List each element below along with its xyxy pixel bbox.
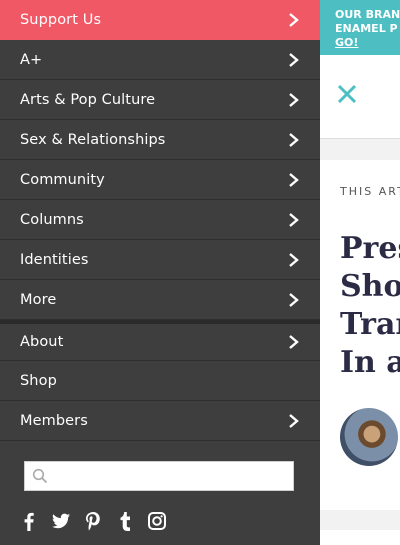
menu-item-label: More bbox=[20, 291, 57, 308]
menu-item-label: Sex & Relationships bbox=[20, 131, 166, 148]
search-icon bbox=[25, 461, 55, 491]
headline-line: In a bbox=[340, 345, 400, 380]
article-card: THIS ART Pres Show Tran In a bbox=[320, 160, 400, 510]
menu-item-label: Arts & Pop Culture bbox=[20, 91, 156, 108]
menu-item-sex-relationships[interactable]: Sex & Relationships bbox=[0, 120, 320, 160]
tumblr-icon[interactable] bbox=[116, 511, 134, 531]
promo-line-1: OUR BRAN bbox=[335, 8, 400, 21]
headline-line: Tran bbox=[340, 307, 400, 342]
chevron-right-icon bbox=[288, 292, 300, 307]
chevron-right-icon bbox=[288, 12, 300, 27]
author-avatar[interactable] bbox=[340, 408, 398, 466]
site-header bbox=[320, 55, 400, 139]
menu-item-more[interactable]: More bbox=[0, 280, 320, 320]
menu-item-a-plus[interactable]: A+ bbox=[0, 40, 320, 80]
promo-link[interactable]: GO! bbox=[335, 36, 400, 50]
chevron-right-icon bbox=[288, 335, 300, 349]
nav-drawer: Support Us A+ Arts & Pop Culture Sex & R… bbox=[0, 0, 320, 545]
menu-item-label: Members bbox=[20, 412, 88, 429]
instagram-icon[interactable] bbox=[148, 511, 166, 531]
facebook-icon[interactable] bbox=[20, 511, 38, 531]
headline-line: Pres bbox=[340, 231, 400, 266]
menu-item-label: Shop bbox=[20, 372, 57, 389]
chevron-right-icon bbox=[288, 52, 300, 67]
menu-item-label: Columns bbox=[20, 211, 84, 228]
menu-item-label: Support Us bbox=[20, 11, 102, 28]
menu-item-label: About bbox=[20, 334, 64, 350]
menu-item-shop[interactable]: Shop bbox=[0, 361, 320, 401]
menu-item-about[interactable]: About bbox=[0, 320, 320, 361]
promo-line-2: ENAMEL P bbox=[335, 22, 398, 35]
twitter-icon[interactable] bbox=[52, 511, 70, 531]
chevron-right-icon bbox=[288, 132, 300, 147]
menu-item-identities[interactable]: Identities bbox=[0, 240, 320, 280]
menu-item-label: Community bbox=[20, 171, 105, 188]
chevron-right-icon bbox=[288, 212, 300, 227]
search-input[interactable] bbox=[55, 462, 293, 490]
article-headline[interactable]: Pres Show Tran In a bbox=[340, 230, 400, 382]
menu-item-columns[interactable]: Columns bbox=[0, 200, 320, 240]
menu-item-label: Identities bbox=[20, 251, 89, 268]
chevron-right-icon bbox=[288, 92, 300, 107]
promo-banner: OUR BRAN ENAMEL P GO! bbox=[320, 0, 400, 55]
social-links bbox=[0, 491, 320, 531]
headline-line: Show bbox=[340, 269, 400, 304]
search-box[interactable] bbox=[24, 461, 294, 491]
chevron-right-icon bbox=[288, 413, 300, 428]
search-area bbox=[0, 441, 320, 491]
article-kicker: THIS ART bbox=[340, 185, 400, 198]
menu-item-support-us[interactable]: Support Us bbox=[0, 0, 320, 40]
menu-item-community[interactable]: Community bbox=[0, 160, 320, 200]
chevron-right-icon bbox=[288, 252, 300, 267]
chevron-right-icon bbox=[288, 172, 300, 187]
menu-item-members[interactable]: Members bbox=[0, 401, 320, 441]
close-icon[interactable] bbox=[336, 83, 358, 105]
menu-item-arts-pop-culture[interactable]: Arts & Pop Culture bbox=[0, 80, 320, 120]
pinterest-icon[interactable] bbox=[84, 511, 102, 531]
menu-item-label: A+ bbox=[20, 51, 43, 68]
next-article-card bbox=[320, 530, 400, 545]
